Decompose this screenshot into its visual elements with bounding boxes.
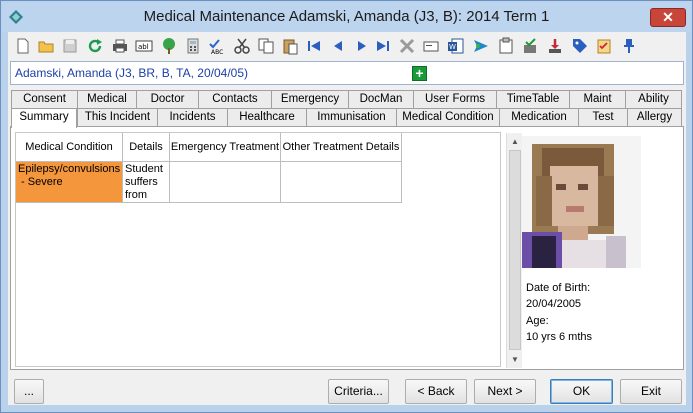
first-record-icon[interactable] bbox=[304, 36, 324, 56]
card-icon[interactable] bbox=[421, 36, 441, 56]
criteria-button[interactable]: Criteria... bbox=[328, 379, 389, 404]
profile-info: Date of Birth: 20/04/2005 Age: 10 yrs 6 … bbox=[526, 280, 592, 345]
word-icon[interactable]: W bbox=[446, 36, 466, 56]
save-icon[interactable] bbox=[60, 36, 80, 56]
tab-healthcare[interactable]: Healthcare bbox=[227, 108, 307, 126]
tab-contacts[interactable]: Contacts bbox=[198, 90, 272, 108]
age-label: Age: bbox=[526, 315, 549, 327]
tab-summary[interactable]: Summary bbox=[11, 108, 77, 128]
tab-incidents[interactable]: Incidents bbox=[157, 108, 228, 126]
tab-doctor[interactable]: Doctor bbox=[136, 90, 199, 108]
open-icon[interactable] bbox=[36, 36, 56, 56]
copy-icon[interactable] bbox=[256, 36, 276, 56]
column-header-other-treatment[interactable]: Other Treatment Details bbox=[281, 133, 402, 162]
refresh-icon[interactable] bbox=[85, 36, 105, 56]
cut-icon[interactable] bbox=[232, 36, 252, 56]
back-button[interactable]: < Back bbox=[405, 379, 467, 404]
text-field-icon[interactable]: abl bbox=[134, 36, 154, 56]
svg-text:ABC: ABC bbox=[211, 49, 223, 55]
send-icon[interactable] bbox=[471, 36, 491, 56]
dob-label: Date of Birth: bbox=[526, 282, 591, 294]
svg-text:abl: abl bbox=[138, 43, 149, 51]
grid-scrollbar[interactable]: ▲ ▼ bbox=[506, 133, 522, 368]
tab-maint[interactable]: Maint bbox=[569, 90, 626, 108]
main-window: Medical Maintenance Adamski, Amanda (J3,… bbox=[0, 0, 693, 413]
tab-test[interactable]: Test bbox=[578, 108, 628, 126]
column-header-medical-condition[interactable]: Medical Condition bbox=[16, 133, 123, 162]
next-record-icon[interactable] bbox=[352, 36, 372, 56]
student-name: Adamski, Amanda (J3, BR, B, TA, 20/04/05… bbox=[15, 66, 248, 80]
download-icon[interactable] bbox=[545, 36, 565, 56]
dob-value: 20/04/2005 bbox=[526, 298, 582, 310]
scroll-up-icon[interactable]: ▲ bbox=[511, 137, 519, 146]
paste-icon[interactable] bbox=[280, 36, 300, 56]
more-button[interactable]: ... bbox=[14, 379, 44, 404]
tab-medical-condition[interactable]: Medical Condition bbox=[396, 108, 500, 126]
tab-immunisation[interactable]: Immunisation bbox=[306, 108, 397, 126]
checklist-icon[interactable] bbox=[594, 36, 614, 56]
cell-condition[interactable]: Epilepsy/convulsions - Severe bbox=[16, 162, 123, 203]
tab-medical[interactable]: Medical bbox=[77, 90, 137, 108]
scroll-down-icon[interactable]: ▼ bbox=[511, 355, 519, 364]
tab-docman[interactable]: DocMan bbox=[348, 90, 414, 108]
medical-condition-grid[interactable]: Medical Condition Details Emergency Trea… bbox=[15, 132, 522, 368]
tag-icon[interactable] bbox=[570, 36, 590, 56]
toolbar: abl ABC W bbox=[8, 32, 686, 60]
tab-row-bottom: Summary This Incident Incidents Healthca… bbox=[10, 108, 684, 128]
cell-emergency-treatment[interactable] bbox=[170, 162, 281, 203]
clipboard-icon[interactable] bbox=[496, 36, 516, 56]
last-record-icon[interactable] bbox=[373, 36, 393, 56]
tab-row-top: Consent Medical Doctor Contacts Emergenc… bbox=[10, 90, 684, 108]
scroll-thumb[interactable] bbox=[509, 150, 521, 350]
cell-other-treatment[interactable] bbox=[281, 162, 402, 203]
tree-icon[interactable] bbox=[159, 36, 179, 56]
print-icon[interactable] bbox=[110, 36, 130, 56]
calculator-icon[interactable] bbox=[183, 36, 203, 56]
cell-details[interactable]: Student suffers from bbox=[123, 162, 170, 203]
title-bar[interactable]: Medical Maintenance Adamski, Amanda (J3,… bbox=[2, 2, 691, 32]
spellcheck-icon[interactable]: ABC bbox=[207, 36, 227, 56]
tab-ability[interactable]: Ability bbox=[625, 90, 682, 108]
approve-icon[interactable] bbox=[520, 36, 540, 56]
age-value: 10 yrs 6 mths bbox=[526, 331, 593, 343]
next-button[interactable]: Next > bbox=[474, 379, 536, 404]
previous-record-icon[interactable] bbox=[328, 36, 348, 56]
column-header-emergency-treatment[interactable]: Emergency Treatment bbox=[170, 133, 281, 162]
tab-emergency[interactable]: Emergency bbox=[271, 90, 349, 108]
window-title: Medical Maintenance Adamski, Amanda (J3,… bbox=[143, 8, 550, 25]
tab-medication[interactable]: Medication bbox=[499, 108, 579, 126]
close-button[interactable]: ✕ bbox=[650, 8, 686, 27]
column-header-details[interactable]: Details bbox=[123, 133, 170, 162]
new-icon[interactable] bbox=[13, 36, 33, 56]
ok-button[interactable]: OK bbox=[550, 379, 613, 404]
add-button[interactable]: + bbox=[412, 66, 427, 81]
tab-this-incident[interactable]: This Incident bbox=[77, 108, 158, 126]
student-photo bbox=[522, 136, 641, 268]
pin-icon[interactable] bbox=[619, 36, 639, 56]
delete-icon[interactable] bbox=[397, 36, 417, 56]
tab-allergy[interactable]: Allergy bbox=[627, 108, 682, 126]
student-bar: Adamski, Amanda (J3, BR, B, TA, 20/04/05… bbox=[10, 61, 684, 85]
tab-consent[interactable]: Consent bbox=[11, 90, 78, 108]
exit-button[interactable]: Exit bbox=[620, 379, 682, 404]
tab-timetable[interactable]: TimeTable bbox=[496, 90, 570, 108]
svg-text:W: W bbox=[449, 43, 456, 51]
tab-user-forms[interactable]: User Forms bbox=[413, 90, 497, 108]
